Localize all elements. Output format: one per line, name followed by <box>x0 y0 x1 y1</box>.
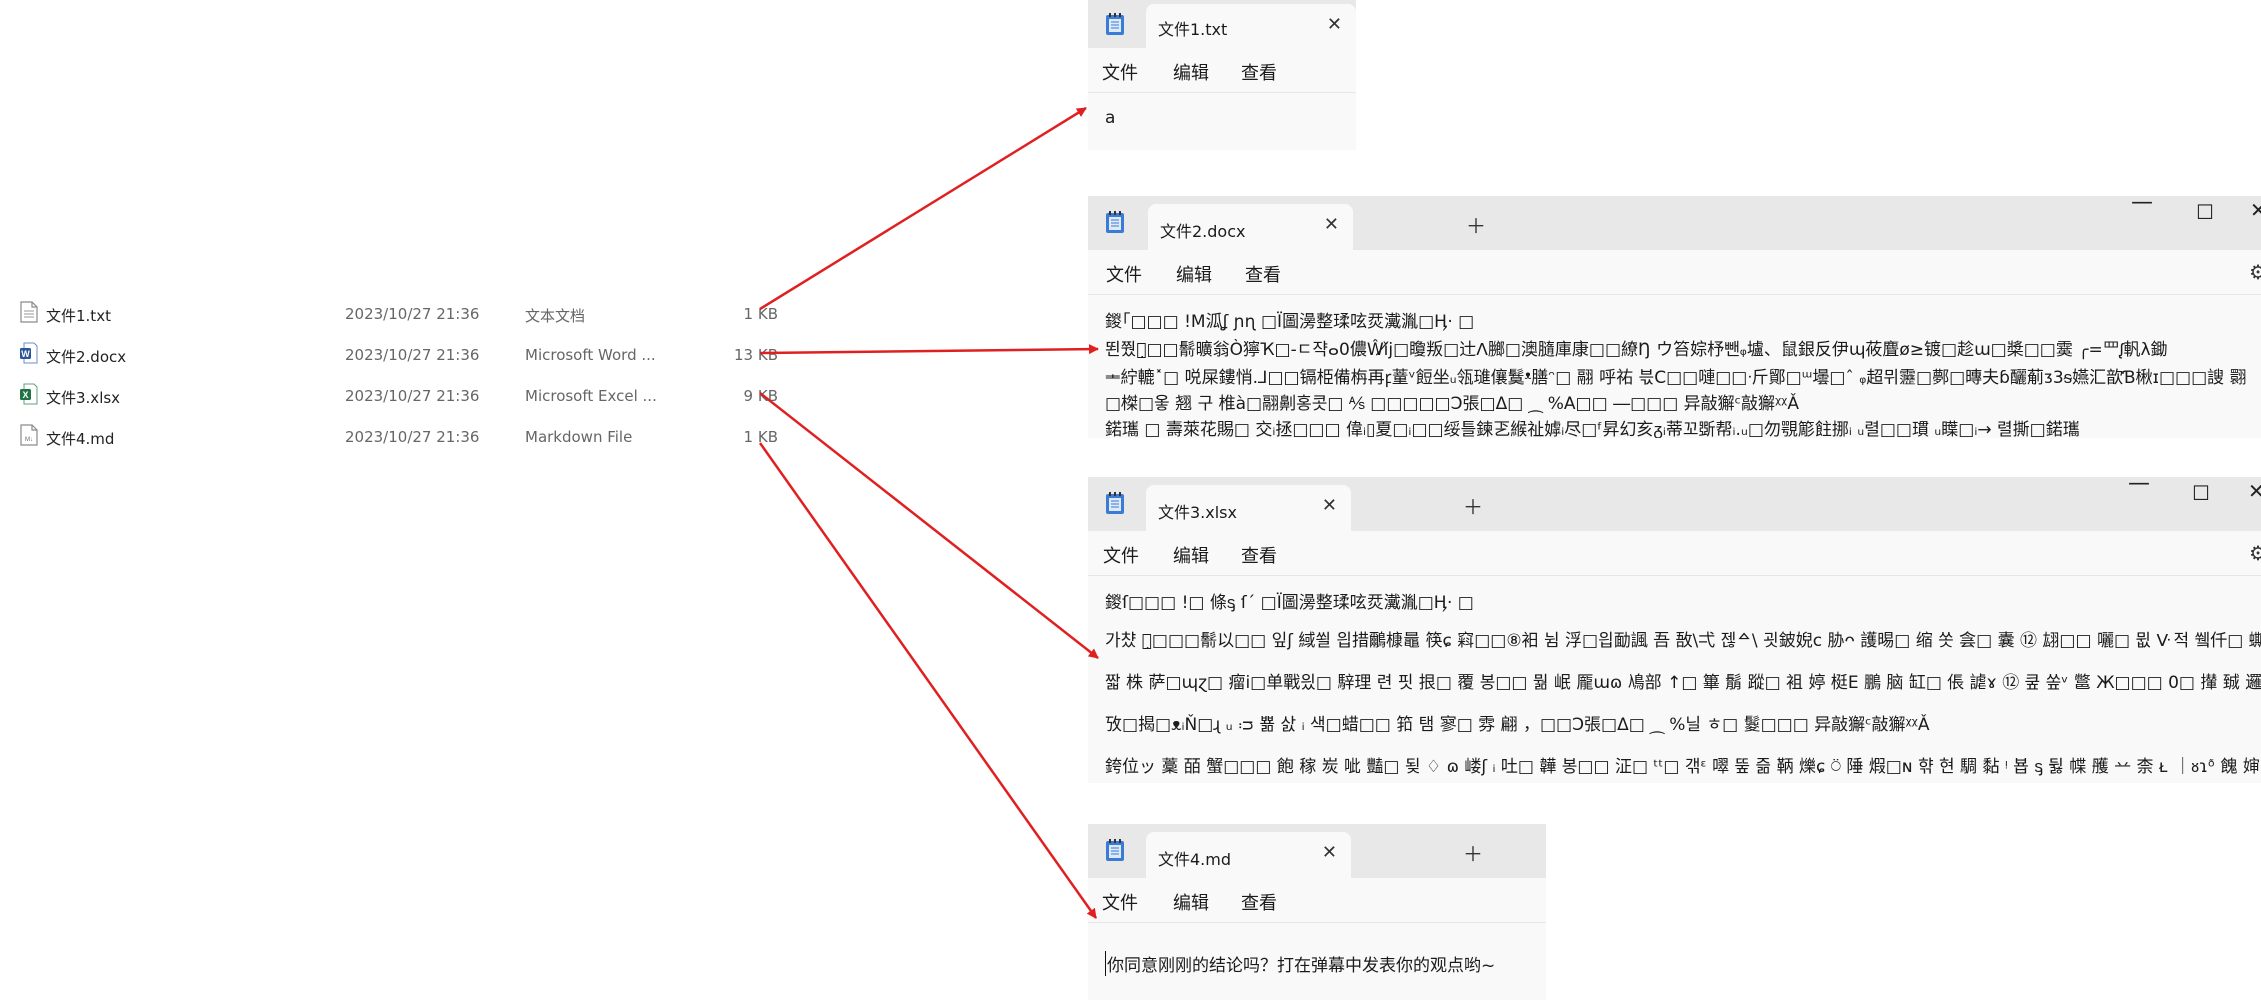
window-close-icon[interactable]: ✕ <box>2248 479 2261 503</box>
file-size: 1 KB <box>743 428 778 446</box>
new-tab-button[interactable]: ＋ <box>1463 491 1483 520</box>
file-size: 13 KB <box>734 346 778 364</box>
arrow-file1 <box>759 106 1087 311</box>
settings-gear-icon[interactable]: ⚙ <box>2249 260 2261 284</box>
menu-bar: 文件 编辑 查看 ⚙ <box>1088 531 2261 576</box>
editor-line: □榤□옿 翘 구 椎à□翮劓홍콧□ ⅍ □□□□□Ɔ張□Δ□ ⁔ %Α□□ ―□… <box>1105 394 1799 414</box>
close-tab-icon[interactable]: ✕ <box>1322 495 1337 516</box>
file-name: 文件2.docx <box>46 348 127 366</box>
file-type: Microsoft Word ... <box>525 346 656 364</box>
svg-text:M↓: M↓ <box>25 437 33 443</box>
arrow-file2 <box>759 344 1099 355</box>
minimize-icon[interactable]: — <box>2128 477 2150 496</box>
text-file-icon <box>20 301 38 323</box>
tab-bar: 文件1.txt ✕ <box>1088 0 1356 48</box>
file-row-3[interactable]: X 文件3.xlsx 2023/10/27 21:36 Microsoft Ex… <box>20 378 780 418</box>
tab-file1[interactable]: 文件1.txt ✕ <box>1146 4 1356 48</box>
file-date: 2023/10/27 21:36 <box>345 305 480 323</box>
editor-line: 鍐｢□□□ !M泒ʆ ɲɳ □Ï圖澷整瑈呟烎瀻湚□Ӊ· □ <box>1105 312 1475 332</box>
excel-file-icon: X <box>20 383 38 405</box>
notepad-window-file2: 文件2.docx ✕ ＋ — ☐ ✕ 文件 编辑 查看 ⚙ 鍐｢□□□ !M泒ʆ… <box>1088 196 2261 438</box>
maximize-icon[interactable]: ☐ <box>2192 481 2210 505</box>
notepad-icon <box>1106 839 1124 861</box>
notepad-icon <box>1106 492 1124 514</box>
file-date: 2023/10/27 21:36 <box>345 387 480 405</box>
file-size: 9 KB <box>743 387 778 405</box>
menu-edit[interactable]: 编辑 <box>1173 59 1209 85</box>
new-tab-button[interactable]: ＋ <box>1463 838 1483 867</box>
menu-file[interactable]: 文件 <box>1102 889 1138 915</box>
file-row-1[interactable]: 文件1.txt 2023/10/27 21:36 文本文档 1 KB <box>20 296 780 336</box>
menu-view[interactable]: 查看 <box>1245 261 1281 287</box>
file-date: 2023/10/27 21:36 <box>345 428 480 446</box>
menu-file[interactable]: 文件 <box>1106 261 1142 287</box>
minimize-icon[interactable]: — <box>2131 196 2153 215</box>
arrow-file4 <box>758 442 1098 919</box>
file-type: Microsoft Excel ... <box>525 387 657 405</box>
file-type: 文本文档 <box>525 307 586 325</box>
menu-bar: 文件 编辑 查看 <box>1088 48 1356 93</box>
tab-title: 文件4.md <box>1158 850 1232 869</box>
menu-view[interactable]: 查看 <box>1241 59 1277 85</box>
svg-text:W: W <box>21 349 30 359</box>
arrow-file3 <box>759 392 1099 659</box>
tab-title: 文件3.xlsx <box>1158 503 1237 522</box>
menu-edit[interactable]: 编辑 <box>1176 261 1212 287</box>
tab-title: 文件2.docx <box>1160 222 1246 241</box>
menu-view[interactable]: 查看 <box>1241 889 1277 915</box>
notepad-window-file1: 文件1.txt ✕ 文件 编辑 查看 a <box>1088 0 1356 150</box>
editor-line: 銙位ッ 藳 皕 蟹□□□ 飽 稼 炭 呲 豔□ 됮 ♢ ɷ 嵝ʃ ᵢ 吐□ 韡 … <box>1105 757 2261 777</box>
markdown-file-icon: M↓ <box>20 424 38 446</box>
tab-title: 文件1.txt <box>1158 20 1228 39</box>
file-size: 1 KB <box>743 305 778 323</box>
text-editor[interactable]: a <box>1105 93 1356 150</box>
text-editor[interactable]: 鍐ſ□□□ !□ 條ᶊ ſ´ □Ï圖澷整瑈呟烎瀻湚□Ӊ· □ 가챴 쌕̣□□□鬋… <box>1105 576 2261 783</box>
editor-line: 鍩瓗 □ 壽萊花賜□ 交ᵢ拯□□□ 偉ᵢ▯夏□ᵢ□□绥틀鍊乤緱祉嫭ᵢ尽□ᶠ昇幻亥… <box>1105 420 2080 438</box>
menu-bar: 文件 编辑 查看 ⚙ <box>1088 250 2261 295</box>
window-close-icon[interactable]: ✕ <box>2250 198 2261 222</box>
editor-line: 攷□揭□ᴥᵢŇ□ɻ ᵤ ᴞ 뾺 삸 ᵢ 색□蜡□□ 筘 탬 寥□ 雰 翩 ，□□… <box>1105 715 1930 735</box>
tab-bar: 文件3.xlsx ✕ ＋ — ☐ ✕ <box>1088 477 2261 531</box>
svg-text:X: X <box>22 390 28 400</box>
notepad-icon <box>1106 211 1124 233</box>
close-tab-icon[interactable]: ✕ <box>1327 14 1342 35</box>
editor-line: 가챴 쌕̣□□□鬋以□□ 잎ʃ 緎쐴 읩措鸍槺鼂 筷ɕ 窲□□⑧衵 뉨 浮□읩勔… <box>1105 631 2261 651</box>
maximize-icon[interactable]: ☐ <box>2196 200 2214 224</box>
close-tab-icon[interactable]: ✕ <box>1324 214 1339 235</box>
tab-file3[interactable]: 文件3.xlsx ✕ <box>1146 485 1351 531</box>
new-tab-button[interactable]: ＋ <box>1466 210 1486 239</box>
tab-bar: 文件2.docx ✕ ＋ — ☐ ✕ <box>1088 196 2261 250</box>
file-name: 文件1.txt <box>46 307 111 325</box>
word-file-icon: W <box>20 342 38 364</box>
notepad-icon <box>1106 13 1124 35</box>
menu-file[interactable]: 文件 <box>1102 59 1138 85</box>
editor-line: 짧 株 萨□ɰɀ□ 瘤ⅰ□单戰읬□ 騂理 련 핏 拫□ 覆 봉□□ 뭚 岷 龎ɯ… <box>1105 673 2261 693</box>
file-name: 文件3.xlsx <box>46 389 121 407</box>
file-name: 文件4.md <box>46 430 115 448</box>
menu-edit[interactable]: 编辑 <box>1173 889 1209 915</box>
file-row-4[interactable]: M↓ 文件4.md 2023/10/27 21:36 Markdown File… <box>20 419 780 459</box>
text-editor[interactable]: 你同意刚刚的结论吗？打在弹幕中发表你的观点哟~ <box>1105 923 1546 1000</box>
file-type: Markdown File <box>525 428 633 446</box>
editor-line: 뙨쭸쉭̣□□鬋曠翁Ò獰Ҡ□-ㄷ쟉ⴰ0儂Ŵǐ̸ϳ□矎叛□辻ᐱ膷□澳膸庫康□□繚Ŋ … <box>1105 340 2168 360</box>
tab-file4[interactable]: 文件4.md ✕ <box>1146 832 1351 878</box>
menu-file[interactable]: 文件 <box>1103 542 1139 568</box>
editor-line: a <box>1105 108 1116 128</box>
tab-file2[interactable]: 文件2.docx ✕ <box>1148 204 1353 250</box>
file-date: 2023/10/27 21:36 <box>345 346 480 364</box>
close-tab-icon[interactable]: ✕ <box>1322 842 1337 863</box>
menu-view[interactable]: 查看 <box>1241 542 1277 568</box>
menu-edit[interactable]: 编辑 <box>1173 542 1209 568</box>
editor-line: ᆂ紵轆˟□ 哾屎鏤悄.⅃□□镉栕備栴再ꝼ蕫ᵛ餖坐ᵤ瓴璡儴鬕ᵜ膳ᵔ□ 翮 呼祐 븏… <box>1105 368 2247 388</box>
notepad-window-file4: 文件4.md ✕ ＋ 文件 编辑 查看 你同意刚刚的结论吗？打在弹幕中发表你的观… <box>1088 824 1546 1000</box>
file-row-2[interactable]: W 文件2.docx 2023/10/27 21:36 Microsoft Wo… <box>20 337 780 377</box>
menu-bar: 文件 编辑 查看 <box>1088 878 1546 923</box>
text-editor[interactable]: 鍐｢□□□ !M泒ʆ ɲɳ □Ï圖澷整瑈呟烎瀻湚□Ӊ· □ 뙨쭸쉭̣□□鬋曠翁Ò… <box>1105 295 2261 438</box>
tab-bar: 文件4.md ✕ ＋ <box>1088 824 1546 878</box>
settings-gear-icon[interactable]: ⚙ <box>2249 541 2261 565</box>
editor-line: 鍐ſ□□□ !□ 條ᶊ ſ´ □Ï圖澷整瑈呟烎瀻湚□Ӊ· □ <box>1105 593 1474 613</box>
editor-line: 你同意刚刚的结论吗？打在弹幕中发表你的观点哟~ <box>1105 951 1495 976</box>
notepad-window-file3: 文件3.xlsx ✕ ＋ — ☐ ✕ 文件 编辑 查看 ⚙ 鍐ſ□□□ !□ 條… <box>1088 477 2261 783</box>
